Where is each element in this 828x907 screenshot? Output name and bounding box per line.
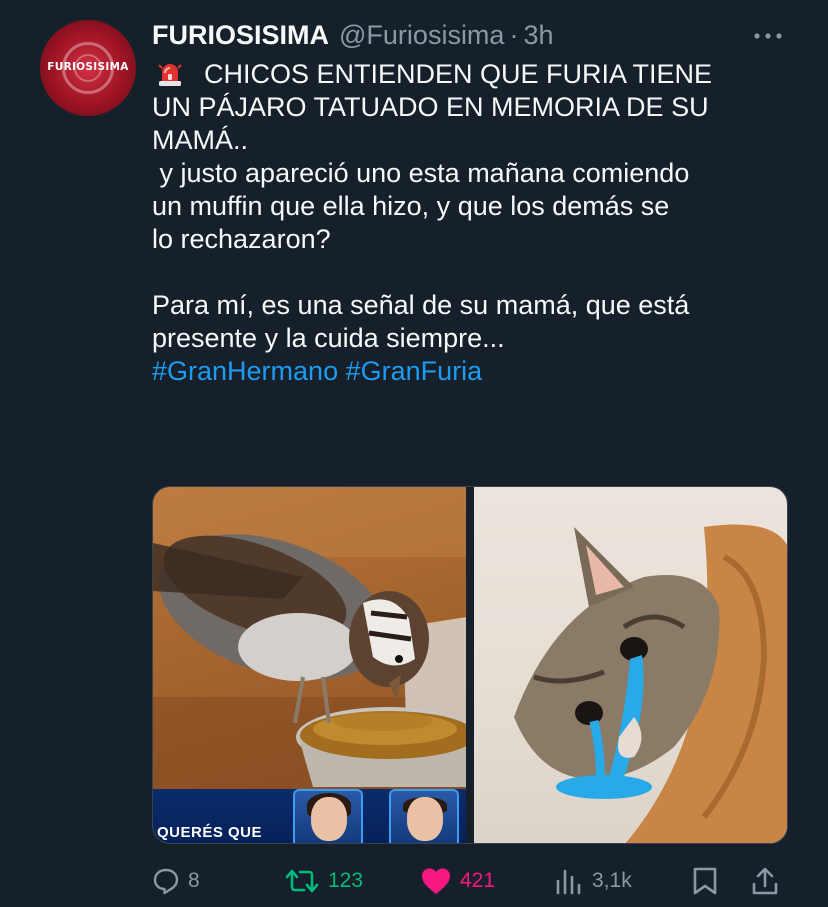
retweet-count: 123 — [328, 869, 364, 892]
display-name[interactable]: FURIOSISIMA — [152, 20, 329, 51]
tweet-text-line-6: lo rechazaron? — [152, 224, 331, 254]
reply-count: 8 — [188, 869, 200, 892]
tweet-text-line-8: Para mí, es una señal de su mamá, que es… — [152, 290, 690, 320]
tweet-text-line-1: CHICOS ENTIENDEN QUE FURIA TIENE — [152, 58, 800, 91]
contestant-thumbnail — [293, 789, 363, 843]
contestant-thumbnail — [389, 789, 459, 843]
tv-caption: QUERÉS QUE — [157, 824, 263, 841]
police-car-light-icon — [158, 64, 182, 86]
tweet-text-line-5: un muffin que ella hizo, y que los demás… — [152, 191, 670, 221]
dot-separator: · — [509, 19, 519, 50]
more-horizontal-icon[interactable] — [748, 26, 788, 46]
user-handle[interactable]: @Furiosisima — [339, 20, 504, 51]
tweet-header: FURIOSISIMA @Furiosisima · 3h — [152, 16, 788, 54]
tv-banner: QUERÉS QUE — [153, 789, 466, 843]
retweet-button[interactable]: 123 — [284, 862, 363, 900]
like-button[interactable]: 421 — [420, 862, 495, 900]
like-count: 421 — [460, 869, 496, 892]
tweet-text: CHICOS ENTIENDEN QUE FURIA TIENE UN PÁJA… — [152, 58, 800, 388]
views-count: 3,1k — [592, 869, 632, 892]
crying-cat-illustration — [514, 524, 787, 843]
contestant-face — [311, 797, 347, 841]
views-icon — [556, 869, 581, 895]
heart-filled-icon — [422, 868, 450, 894]
bookmark-icon — [693, 867, 717, 895]
tweet-actions: 8 123 421 3,1k — [152, 862, 788, 900]
share-button[interactable] — [750, 862, 780, 900]
tweet-text-line-9: presente y la cuida siempre... — [152, 323, 505, 353]
hashtags-link[interactable]: #GranHermano #GranFuria — [152, 355, 800, 388]
tweet-media[interactable]: QUERÉS QUE — [152, 486, 788, 844]
reply-icon — [153, 868, 179, 895]
crying-cat-photo[interactable] — [474, 487, 787, 843]
views-button[interactable]: 3,1k — [554, 862, 632, 900]
bird-photo[interactable]: QUERÉS QUE — [153, 487, 466, 843]
tweet-text-line-7 — [152, 256, 800, 289]
tweet-text-line-4: y justo apareció uno esta mañana comiend… — [152, 158, 690, 188]
reply-button[interactable]: 8 — [152, 862, 200, 900]
share-icon — [752, 867, 778, 895]
timestamp[interactable]: 3h — [523, 20, 553, 51]
retweet-icon — [285, 869, 319, 893]
tweet-text-line-2: UN PÁJARO TATUADO EN MEMORIA DE SU — [152, 92, 709, 122]
contestant-face — [407, 797, 443, 841]
bookmark-button[interactable] — [692, 862, 718, 900]
tweet-text-line-3: MAMÁ.. — [152, 125, 249, 155]
avatar-logo-text: FURIOSISIMA — [47, 61, 129, 73]
avatar[interactable]: FURIOSISIMA — [40, 20, 136, 116]
